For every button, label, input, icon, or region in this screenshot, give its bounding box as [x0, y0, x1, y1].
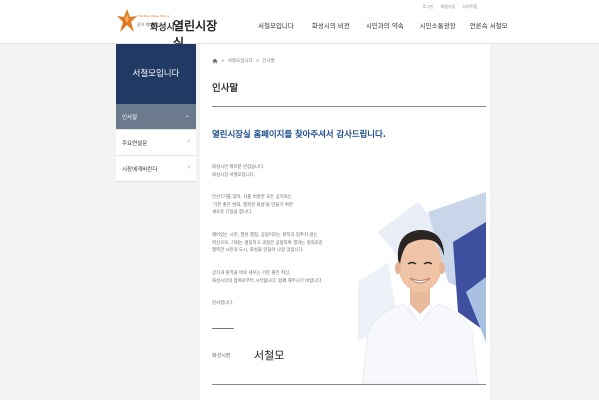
sidebar-title: 서철모입니다: [116, 44, 196, 104]
signature-name: 서철모: [254, 349, 285, 362]
sitemap-link[interactable]: 사이트맵: [462, 4, 477, 10]
paragraph-line: 화성시민 여러분 반갑습니다.: [212, 165, 265, 170]
sidebar-item-label: 시장에게바란다: [122, 167, 158, 173]
paragraph-line: 새로운 다짐을 합니다.: [212, 210, 253, 215]
paragraph-line: 민선7기를 맞아, 자를 비롯한 모든 공직자는: [212, 195, 292, 200]
logo-mark-icon: [117, 9, 137, 32]
logo-city: 화성시: [150, 23, 175, 33]
login-link[interactable]: 로그인: [422, 4, 433, 10]
page: The Boundless Future 같이 열어가는 화성시 열린시장실 로…: [0, 0, 599, 400]
paragraph-line: 혁신으로, 기회는 평등하고 과정은 공정하며 결과는 정의로운: [212, 240, 323, 246]
sidebar-item-label: 주요연설문: [122, 141, 148, 147]
breadcrumb-separator: >: [221, 58, 225, 64]
sidebar-item-greeting[interactable]: 인사말 ⌄: [116, 104, 196, 130]
paragraph-line: 행복한 시민의 도시, 화성을 만들어 나갈 것입니다.: [212, 248, 304, 253]
sidebar-item-requests[interactable]: 시장에게바란다 ›: [116, 156, 196, 182]
chevron-right-icon: ›: [187, 138, 190, 145]
sidebar-item-speeches[interactable]: 주요연설문 ›: [116, 130, 196, 156]
paragraph-line: 화성시장 서철모입니다.: [212, 172, 256, 178]
nav-item-plaza[interactable]: 시민소통광장: [420, 20, 456, 30]
paragraph-line: 감사합니다.: [212, 301, 234, 306]
greeting-paragraph: 감사합니다.: [212, 300, 362, 308]
paragraph-line: 상식과 원칙을 바로 세우는 기본 좋은 혁신,: [212, 271, 291, 276]
breadcrumb-item[interactable]: 인사말: [262, 58, 274, 64]
page-title: 인사말: [212, 83, 239, 94]
utility-links: 로그인 회원가입 사이트맵: [422, 4, 477, 10]
nav-item-promise[interactable]: 시민과의 약속: [366, 20, 404, 30]
greeting-paragraph: 깨어있는 시민, 열린 행정, 공정이라는 원칙과 멈추지 않는 혁신으로, 기…: [212, 232, 362, 255]
signup-link[interactable]: 회원가입: [441, 4, 456, 10]
title-divider: [212, 106, 486, 107]
breadcrumb-separator: >: [255, 58, 260, 64]
breadcrumb-item[interactable]: 서철모입니다: [228, 58, 253, 64]
greeting-paragraph: 화성시민 여러분 반갑습니다. 화성시장 서철모입니다.: [212, 164, 362, 179]
greeting-paragraph: 상식과 원칙을 바로 세우는 기본 좋은 혁신, 화성시민의 참여로부터 시작됩…: [212, 270, 362, 285]
nav-item-press[interactable]: 언론속 서철모: [470, 20, 508, 30]
main-content: > 서철모입니다 > 인사말 인사말 열린시장실 홈페이지를 찾아주셔서 감사드…: [200, 44, 490, 400]
logo-tagline: The Boundless Future: [137, 14, 170, 18]
main-nav: 서철모입니다 화성시의 비전 시민과의 약속 시민소통광장 언론속 서철모: [258, 20, 508, 30]
signature-position: 화성시장: [212, 353, 231, 359]
home-icon[interactable]: [212, 58, 218, 64]
nav-item-vision[interactable]: 화성시의 비전: [312, 20, 350, 30]
mayor-portrait: [358, 192, 486, 384]
breadcrumb: > 서철모입니다 > 인사말: [212, 58, 275, 64]
bottom-divider: [212, 384, 486, 385]
greeting-headline: 열린시장실 홈페이지를 찾아주셔서 감사드립니다.: [212, 130, 386, 140]
paragraph-line: 화성시민의 참여로부터 시작됩니다. 함께 해주시기 바랍니다.: [212, 278, 323, 284]
paragraph-line: '기본 좋은 변화, 행복한 화성'을 만들기 위한: [212, 202, 293, 208]
nav-item-intro[interactable]: 서철모입니다: [258, 20, 294, 30]
site-logo[interactable]: The Boundless Future 같이 열어가는 화성시 열린시장실: [117, 8, 227, 50]
top-header: The Boundless Future 같이 열어가는 화성시 열린시장실 로…: [0, 0, 599, 50]
greeting-paragraph: 민선7기를 맞아, 자를 비롯한 모든 공직자는 '기본 좋은 변화, 행복한 …: [212, 194, 362, 217]
paragraph-line: 깨어있는 시민, 열린 행정, 공정이라는 원칙과 멈추지 않는: [212, 233, 318, 238]
sidebar-item-label: 인사말: [122, 115, 138, 121]
sidebar: 서철모입니다 인사말 ⌄ 주요연설문 › 시장에게바란다 ›: [116, 44, 196, 182]
chevron-down-icon: ⌄: [184, 112, 190, 119]
chevron-right-icon: ›: [187, 164, 190, 171]
signature-divider: [212, 328, 234, 329]
